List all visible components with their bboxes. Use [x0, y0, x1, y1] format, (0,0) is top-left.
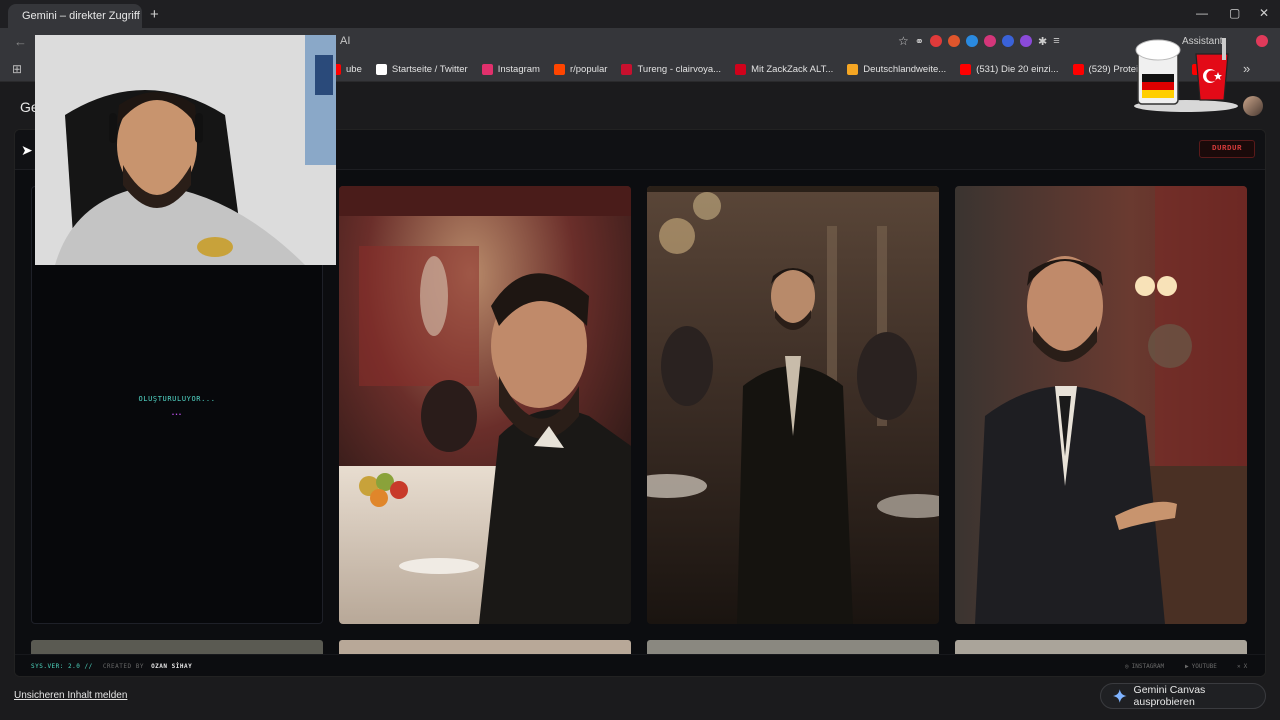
reading-list-icon[interactable]: ≡ [1053, 35, 1059, 47]
bookmark-label: (531) Die 20 einzi... [976, 63, 1059, 75]
creator-name: OZAN SİHAY [151, 663, 193, 670]
bookmark-label: Mit ZackZack ALT... [751, 63, 834, 75]
instagram-link[interactable]: ◎ INSTAGRAM [1125, 663, 1164, 670]
report-unsafe-content-link[interactable]: Unsicheren Inhalt melden [14, 690, 127, 701]
bookmark-label: Instagram [497, 63, 540, 75]
apps-grid-icon[interactable]: ⊞ [12, 62, 22, 76]
try-gemini-canvas-button[interactable]: Gemini Canvas ausprobieren [1100, 683, 1266, 709]
extension-orange-icon[interactable] [947, 35, 960, 47]
instagram-icon [481, 63, 493, 75]
youtube-icon [1072, 63, 1084, 75]
reddit-icon [553, 63, 565, 75]
bookmarks-more-icon[interactable]: » [1243, 61, 1250, 76]
loading-dots: ... [171, 407, 183, 417]
x-icon [375, 63, 387, 75]
webcam-feed [35, 35, 336, 265]
bookmark-item[interactable]: Startseite / Twitter [375, 63, 468, 75]
extension-purple-icon[interactable] [1019, 35, 1032, 47]
extension-pink-icon[interactable] [983, 35, 996, 47]
bookmark-item[interactable]: (531) Die 20 einzi... [960, 63, 1059, 75]
star-icon[interactable]: ☆ [898, 34, 909, 48]
minimize-icon[interactable]: — [1196, 6, 1208, 20]
sysver-text: SYS.VER: 2.0 // [31, 663, 93, 670]
generated-image-row2-2[interactable] [339, 640, 631, 654]
bookmark-item[interactable]: Tureng - clairvoya... [621, 63, 722, 75]
generated-image-1 [339, 186, 631, 624]
generated-image-2 [647, 186, 939, 624]
bookmark-item[interactable]: Instagram [481, 63, 540, 75]
tab-title: Gemini – direkter Zugriff auf G [22, 10, 142, 22]
puzzle-icon[interactable]: ✱ [1038, 35, 1047, 48]
extension-wave-icon[interactable] [1001, 35, 1014, 47]
back-arrow-icon[interactable]: ← [14, 34, 27, 49]
extension-icons: ☆ ⚭ ✱ ≡ [898, 34, 1060, 48]
generated-image-card-3[interactable] [955, 186, 1247, 624]
sysver-line: SYS.VER: 2.0 // CREATED BY OZAN SİHAY [31, 663, 192, 670]
generated-image-row2-4[interactable] [955, 640, 1247, 654]
browser-tab-gemini[interactable]: Gemini – direkter Zugriff auf G × [8, 4, 142, 28]
zackzack-icon [735, 63, 747, 75]
generated-image-row2-1[interactable] [31, 640, 323, 654]
beer-mug-flag-sticker [1134, 38, 1238, 112]
new-tab-button[interactable]: + [150, 6, 159, 23]
youtube-link[interactable]: ▶ YOUTUBE [1185, 663, 1217, 670]
extension-blue-icon[interactable] [965, 35, 978, 47]
tab-strip: Gemini – direkter Zugriff auf G × + — ▢ … [0, 0, 1280, 28]
bookmark-list: ube Startseite / Twitter Instagram r/popula… [330, 56, 1227, 82]
generated-image-card-2[interactable] [647, 186, 939, 624]
webcam-overlay [35, 35, 336, 265]
app-footer: SYS.VER: 2.0 // CREATED BY OZAN SİHAY ◎ … [15, 654, 1265, 676]
bookmark-label: r/popular [569, 63, 608, 75]
link-icon[interactable]: ⚭ [915, 35, 924, 48]
canvas-button-label: Gemini Canvas ausprobieren [1133, 684, 1206, 708]
bookmark-label: Deutschlandweite... [863, 63, 947, 75]
youtube-icon: ▶ [1185, 663, 1189, 670]
address-bar-fragment[interactable]: AI [340, 35, 350, 47]
gemini-sparkle-icon [1113, 689, 1127, 703]
stop-button[interactable]: DURDUR [1199, 140, 1255, 158]
youtube-icon [960, 63, 972, 75]
beer-tea-sticker [1130, 34, 1242, 114]
bookmark-label: Startseite / Twitter [391, 63, 468, 75]
bookmark-label: ube [346, 63, 362, 75]
loading-text: OLUŞTURULUYOR... [138, 395, 216, 403]
deutschland-icon [847, 63, 859, 75]
mouse-cursor-icon: ➤ [21, 142, 33, 158]
generated-image-3 [955, 186, 1247, 624]
x-icon: ✕ [1237, 663, 1241, 670]
bookmark-item[interactable]: Mit ZackZack ALT... [735, 63, 834, 75]
bookmark-item[interactable]: Deutschlandweite... [847, 63, 947, 75]
generated-image-card-1[interactable] [339, 186, 631, 624]
maximize-icon[interactable]: ▢ [1229, 6, 1240, 20]
extension-red-icon[interactable] [929, 35, 942, 47]
bookmark-item[interactable]: r/popular [553, 63, 608, 75]
instagram-icon: ◎ [1125, 663, 1129, 670]
created-by-label: CREATED BY [102, 663, 144, 670]
profile-extension-icon[interactable] [1256, 35, 1268, 47]
close-window-icon[interactable]: ✕ [1259, 6, 1269, 20]
generated-image-row2-3[interactable] [647, 640, 939, 654]
bookmark-label: Tureng - clairvoya... [637, 63, 722, 75]
user-avatar[interactable] [1243, 96, 1263, 116]
tureng-icon [621, 63, 633, 75]
x-link[interactable]: ✕ X [1237, 663, 1247, 670]
